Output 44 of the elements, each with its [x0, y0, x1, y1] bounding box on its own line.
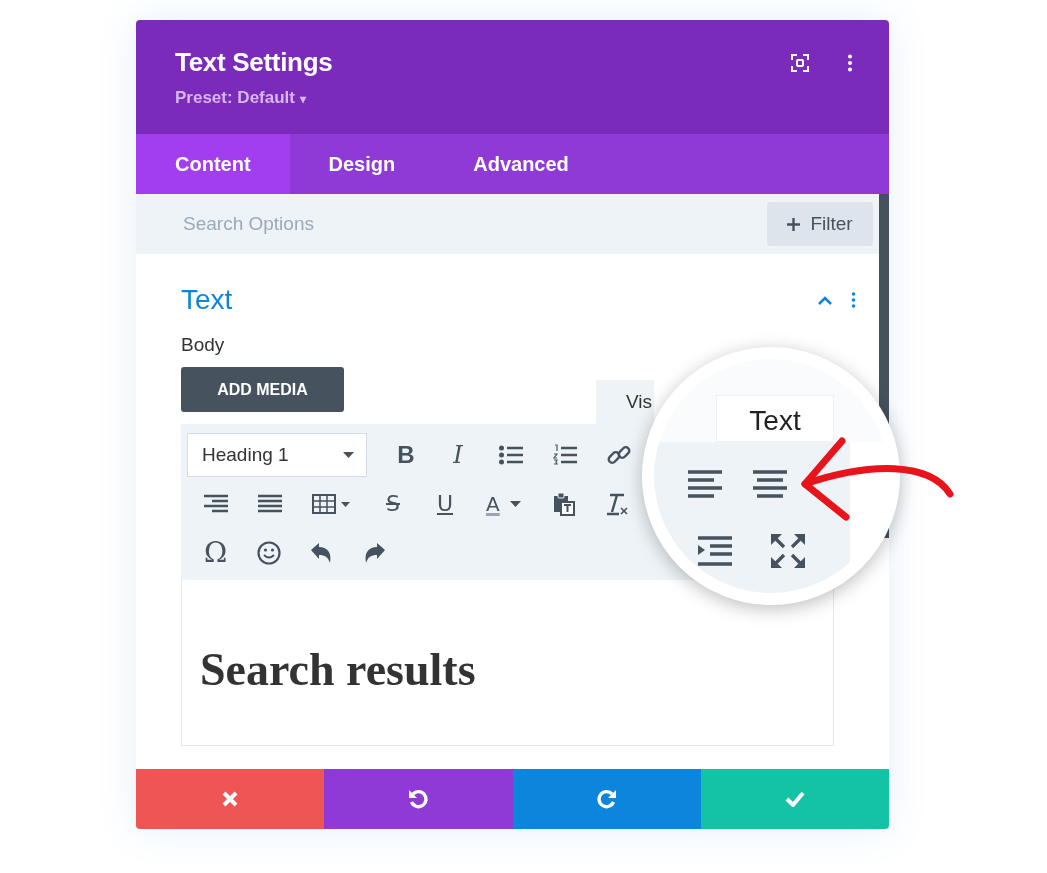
panel-tab[interactable]: Advanced	[434, 134, 608, 194]
more-options-icon[interactable]	[847, 54, 853, 72]
format-dropdown[interactable]: Heading 1	[187, 433, 367, 477]
panel-tab[interactable]: Design	[289, 134, 435, 194]
section-title[interactable]: Text	[181, 284, 233, 316]
content-heading: Search results	[200, 643, 476, 696]
text-color-button[interactable]: A	[486, 490, 521, 518]
editor-tab[interactable]: Vis	[596, 380, 654, 424]
expand-icon[interactable]	[791, 54, 809, 72]
bold-button[interactable]: B	[395, 441, 417, 469]
strikethrough-button[interactable]: S	[382, 490, 404, 518]
field-label: Body	[181, 334, 226, 356]
justify-icon[interactable]	[258, 494, 282, 514]
plus-icon	[787, 217, 801, 231]
clear-formatting-icon[interactable]	[604, 492, 629, 516]
undo-icon	[408, 789, 429, 809]
redo-icon[interactable]	[363, 542, 386, 564]
more-options-icon[interactable]	[851, 292, 856, 308]
table-icon[interactable]	[312, 494, 352, 514]
bullet-list-icon[interactable]	[499, 445, 523, 465]
preset-dropdown[interactable]: Preset: Default ▾	[175, 88, 306, 108]
special-character-button[interactable]: Ω	[204, 539, 228, 567]
panel-tab[interactable]: Content	[136, 134, 290, 194]
align-center-icon[interactable]	[753, 470, 787, 498]
caret-icon	[509, 501, 521, 507]
link-icon[interactable]	[607, 443, 631, 467]
redo-icon	[596, 789, 617, 809]
underline-button[interactable]: U	[434, 490, 456, 518]
align-right-icon[interactable]	[204, 494, 228, 514]
numbered-list-icon[interactable]	[553, 444, 577, 466]
filter-button[interactable]: Filter	[767, 202, 873, 246]
check-icon	[784, 791, 805, 807]
close-icon	[222, 791, 239, 807]
italic-button[interactable]: I	[447, 441, 469, 469]
smiley-icon[interactable]	[257, 541, 282, 565]
caret-icon	[343, 452, 354, 458]
add-media-button[interactable]: ADD MEDIA	[181, 367, 344, 412]
indent-icon[interactable]	[698, 536, 732, 566]
search-field[interactable]: Search Options	[181, 212, 485, 236]
chevron-icon[interactable]	[817, 295, 833, 305]
fullscreen-icon[interactable]	[771, 534, 805, 568]
panel-title: Text Settings	[175, 47, 333, 78]
align-left-icon[interactable]	[688, 470, 722, 498]
editor-tab[interactable]: Text	[716, 395, 834, 442]
